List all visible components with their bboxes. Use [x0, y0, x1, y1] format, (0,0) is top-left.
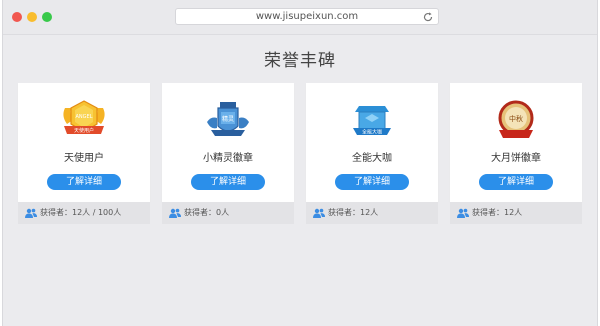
mooncake-badge-text: 中秋	[509, 114, 523, 123]
browser-titlebar: www.jisupeixun.com	[3, 0, 597, 35]
sprite-badge-text: 精灵	[222, 115, 234, 123]
users-icon	[457, 208, 469, 218]
address-url: www.jisupeixun.com	[255, 11, 359, 22]
close-window-dot[interactable]	[12, 12, 22, 22]
card-title: 全能大咖	[352, 153, 392, 164]
card-title: 大月饼徽章	[491, 153, 541, 164]
badge-card-expert: 全能大咖 全能大咖 了解详细 获得者：12人	[306, 83, 438, 224]
angel-badge-ribbon: 天使用户	[74, 127, 94, 134]
card-body: ANGEL 天使用户 天使用户 了解详细	[18, 83, 150, 202]
angel-badge-text: ANGEL	[76, 114, 93, 120]
address-bar[interactable]: www.jisupeixun.com	[175, 8, 439, 25]
card-body: 精灵 小精灵徽章 了解详细	[162, 83, 294, 202]
badge-card-list: ANGEL 天使用户 天使用户 了解详细 获得者：12人 / 100人 精灵 小…	[18, 83, 582, 224]
learn-more-button[interactable]: 了解详细	[47, 174, 121, 190]
card-body: 中秋 大月饼徽章 了解详细	[450, 83, 582, 202]
expert-box-badge-icon: 全能大咖	[353, 106, 391, 136]
minimize-window-dot[interactable]	[27, 12, 37, 22]
badge-card-angel: ANGEL 天使用户 天使用户 了解详细 获得者：12人 / 100人	[18, 83, 150, 224]
badge-card-sprite: 精灵 小精灵徽章 了解详细 获得者：0人	[162, 83, 294, 224]
badge-card-mooncake: 中秋 大月饼徽章 了解详细 获得者：12人	[450, 83, 582, 224]
users-icon	[313, 208, 325, 218]
mooncake-badge-icon: 中秋	[498, 100, 534, 138]
learn-more-button[interactable]: 了解详细	[335, 174, 409, 190]
page-content: 荣誉丰碑 ANGEL 天使用户 天使用户 了解详细 获得者：12人 / 100人…	[3, 34, 597, 326]
card-title: 天使用户	[64, 153, 104, 164]
holders-count: 获得者：0人	[184, 208, 230, 217]
reload-icon[interactable]	[422, 11, 434, 23]
holders-count: 获得者：12人	[328, 208, 379, 217]
sprite-badge-icon: 精灵	[207, 102, 249, 136]
maximize-window-dot[interactable]	[42, 12, 52, 22]
card-footer: 获得者：12人	[450, 202, 582, 224]
page-title: 荣誉丰碑	[264, 51, 336, 71]
learn-more-button[interactable]: 了解详细	[479, 174, 553, 190]
holders-count: 获得者：12人	[472, 208, 523, 217]
users-icon	[25, 208, 37, 218]
card-title: 小精灵徽章	[203, 153, 253, 164]
window-controls	[12, 12, 52, 22]
holders-count: 获得者：12人 / 100人	[40, 208, 122, 217]
users-icon	[169, 208, 181, 218]
learn-more-button[interactable]: 了解详细	[191, 174, 265, 190]
angel-badge-icon: ANGEL 天使用户	[63, 100, 105, 134]
card-footer: 获得者：12人 / 100人	[18, 202, 150, 224]
card-footer: 获得者：12人	[306, 202, 438, 224]
expert-badge-ribbon: 全能大咖	[362, 129, 382, 136]
browser-window: www.jisupeixun.com 荣誉丰碑 ANGEL 天使用户 天使用户 …	[2, 0, 598, 326]
card-body: 全能大咖 全能大咖 了解详细	[306, 83, 438, 202]
card-footer: 获得者：0人	[162, 202, 294, 224]
